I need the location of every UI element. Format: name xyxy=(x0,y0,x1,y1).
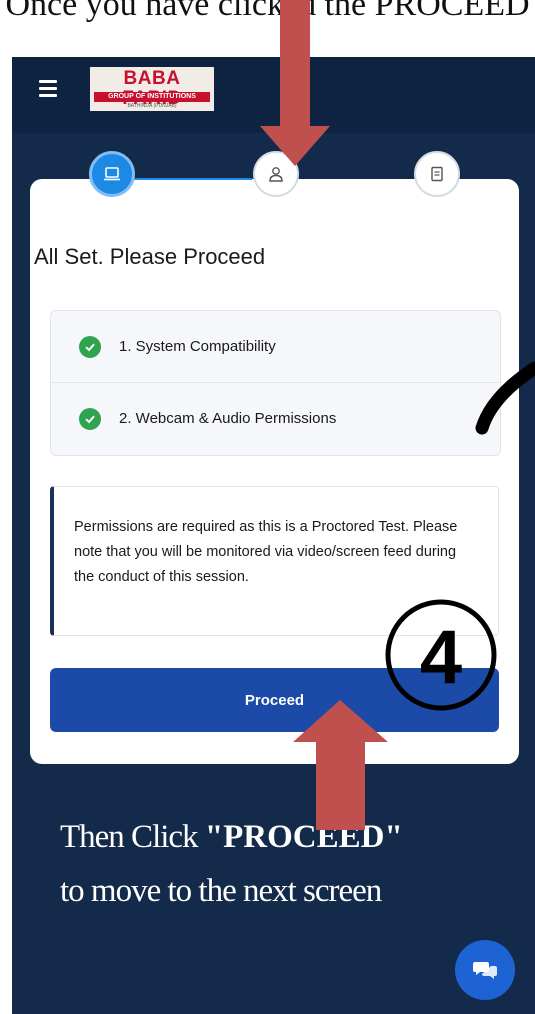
step-number-label: 4 xyxy=(420,615,462,700)
arrow-up-annotation xyxy=(293,700,388,830)
arrow-down-annotation xyxy=(260,0,330,166)
pen-stroke-annotation xyxy=(475,361,535,435)
annotation-overlay: 4 xyxy=(260,0,535,830)
